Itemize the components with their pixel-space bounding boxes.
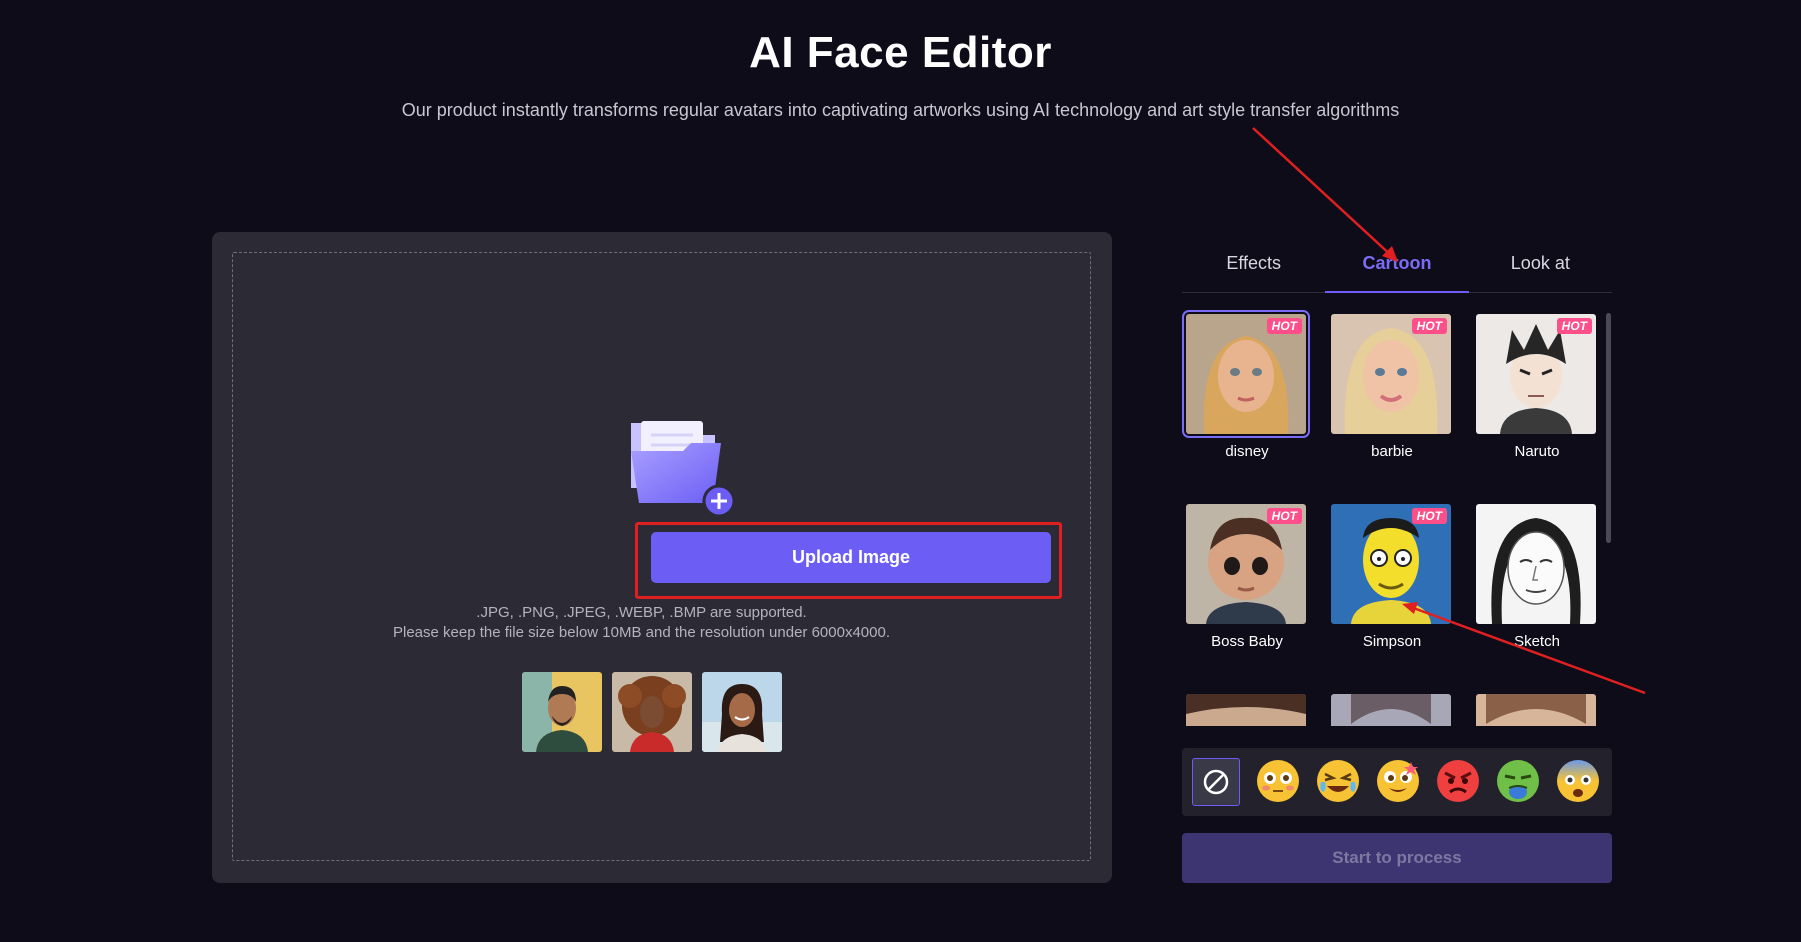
hot-badge: HOT	[1411, 318, 1447, 334]
hot-badge: HOT	[1411, 508, 1447, 524]
page-title: AI Face Editor	[749, 28, 1052, 77]
hot-badge: HOT	[1266, 508, 1302, 524]
no-expression-button[interactable]	[1192, 758, 1240, 806]
style-thumb-barbie: HOT	[1331, 314, 1451, 434]
angry-emoji-icon[interactable]	[1435, 758, 1481, 804]
hot-badge: HOT	[1556, 318, 1592, 334]
style-thumb-sketch	[1476, 504, 1596, 624]
tab-effects[interactable]: Effects	[1182, 242, 1325, 292]
expression-bar	[1182, 748, 1612, 816]
style-card-boss-baby[interactable]: HOT Boss Baby	[1186, 504, 1308, 650]
page-subtitle: Our product instantly transforms regular…	[401, 100, 1400, 120]
style-grid-scrollbar[interactable]	[1606, 313, 1611, 543]
sample-image-man[interactable]	[522, 672, 602, 752]
style-card-partial[interactable]	[1331, 694, 1453, 726]
sample-image-woman-smiling[interactable]	[702, 672, 782, 752]
star-struck-emoji-icon[interactable]	[1375, 758, 1421, 804]
folder-upload-icon	[623, 413, 743, 523]
style-label: Simpson	[1362, 633, 1422, 650]
flushed-emoji-icon[interactable]	[1255, 758, 1301, 804]
style-grid: HOT disney HOT barbie HOT Naruto HOT Bos…	[1182, 310, 1612, 726]
annotation-arrow-tab	[1252, 127, 1395, 259]
style-thumb-boss-baby: HOT	[1186, 504, 1306, 624]
file-limits-text: Please keep the file size below 10MB and…	[393, 624, 890, 641]
style-card-partial[interactable]	[1186, 694, 1308, 726]
style-thumb-disney: HOT	[1182, 310, 1310, 438]
tab-cartoon[interactable]: Cartoon	[1325, 242, 1469, 293]
none-icon	[1203, 769, 1229, 795]
upload-image-button[interactable]: Upload Image	[651, 532, 1051, 583]
style-label: Naruto	[1514, 443, 1560, 460]
style-card-naruto[interactable]: HOT Naruto	[1476, 314, 1598, 460]
style-thumb-naruto: HOT	[1476, 314, 1596, 434]
style-label: Boss Baby	[1211, 633, 1283, 650]
style-label: barbie	[1371, 443, 1413, 460]
style-label: Sketch	[1514, 633, 1560, 650]
sample-images	[522, 672, 782, 752]
style-thumb-partial	[1331, 694, 1451, 726]
style-card-simpson[interactable]: HOT Simpson	[1331, 504, 1453, 650]
tab-look-at[interactable]: Look at	[1469, 242, 1612, 292]
nauseated-emoji-icon[interactable]	[1495, 758, 1541, 804]
start-process-button[interactable]: Start to process	[1182, 833, 1612, 883]
style-thumb-simpson: HOT	[1331, 504, 1451, 624]
upload-panel: Upload Image .JPG, .PNG, .JPEG, .WEBP, .…	[212, 232, 1112, 883]
style-tabs: Effects Cartoon Look at	[1182, 242, 1612, 293]
style-card-sketch[interactable]: Sketch	[1476, 504, 1598, 650]
style-card-barbie[interactable]: HOT barbie	[1331, 314, 1453, 460]
supported-formats-text: .JPG, .PNG, .JPEG, .WEBP, .BMP are suppo…	[476, 604, 807, 621]
sample-image-woman-curly[interactable]	[612, 672, 692, 752]
style-thumb-partial	[1476, 694, 1596, 726]
fearful-emoji-icon[interactable]	[1555, 758, 1601, 804]
style-card-disney[interactable]: HOT disney	[1182, 310, 1310, 460]
style-card-partial[interactable]	[1476, 694, 1598, 726]
style-label: disney	[1225, 443, 1269, 460]
style-thumb-partial	[1186, 694, 1306, 726]
hot-badge: HOT	[1266, 318, 1302, 334]
crying-laughing-emoji-icon[interactable]	[1315, 758, 1361, 804]
